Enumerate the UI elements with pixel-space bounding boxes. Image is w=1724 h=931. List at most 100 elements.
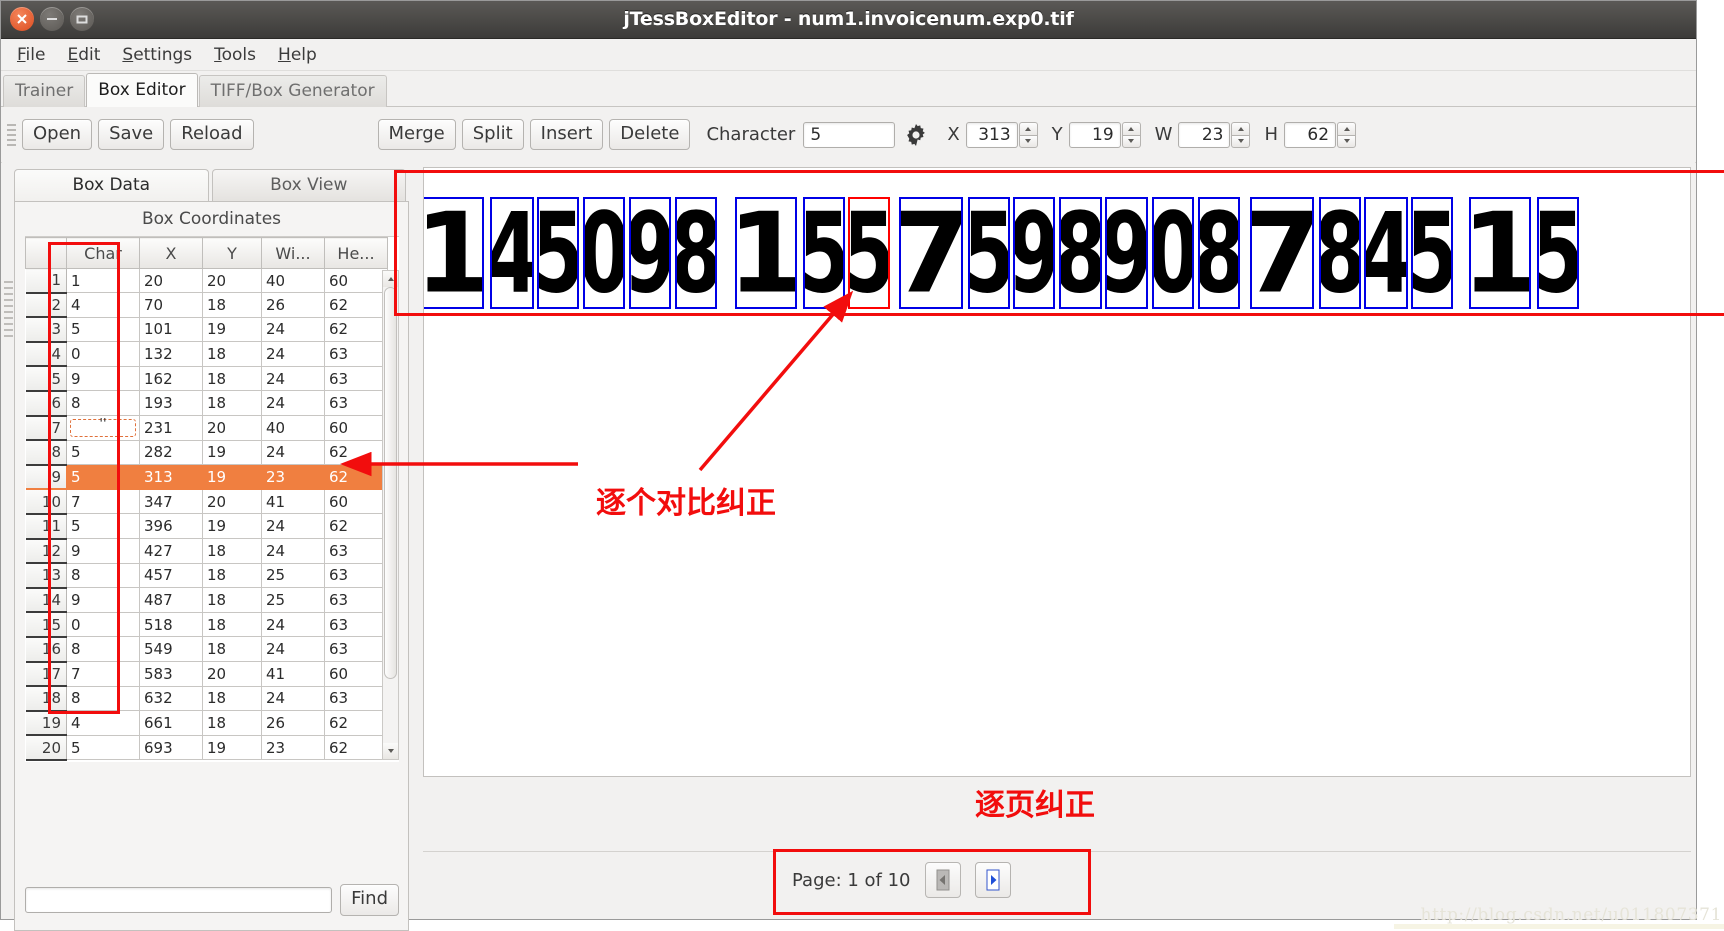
column-header-height[interactable]: He... bbox=[324, 237, 388, 269]
cell-y[interactable]: 18 bbox=[202, 562, 262, 589]
cell-char[interactable]: 7 bbox=[66, 661, 140, 687]
tab-box-view[interactable]: Box View bbox=[211, 169, 406, 202]
cell-char[interactable]: 8 bbox=[66, 685, 140, 712]
cell-y[interactable]: 19 bbox=[202, 464, 262, 490]
table-row[interactable]: 1 1 20 20 40 60 bbox=[25, 267, 388, 294]
cell-width[interactable]: 24 bbox=[261, 365, 325, 392]
y-spinner[interactable] bbox=[1121, 121, 1141, 148]
glyph-box[interactable]: 9 bbox=[1013, 197, 1055, 309]
cell-height[interactable]: 60 bbox=[324, 488, 388, 515]
h-input[interactable] bbox=[1284, 121, 1337, 148]
cell-height[interactable]: 62 bbox=[324, 292, 388, 318]
tab-box-editor[interactable]: Box Editor bbox=[86, 73, 198, 107]
column-header-width[interactable]: Wi... bbox=[261, 237, 325, 269]
open-button[interactable]: Open bbox=[22, 118, 93, 151]
cell-char[interactable]: 5 bbox=[66, 734, 140, 761]
insert-button[interactable]: Insert bbox=[529, 118, 604, 151]
tab-tiff-box-generator[interactable]: TIFF/Box Generator bbox=[198, 75, 387, 107]
scrollbar-thumb[interactable] bbox=[384, 287, 397, 679]
cell-height[interactable]: 62 bbox=[324, 464, 388, 490]
cell-width[interactable]: 26 bbox=[261, 710, 325, 736]
glyph-box[interactable]: 5 bbox=[1537, 197, 1579, 309]
cell-width[interactable]: 24 bbox=[261, 636, 325, 662]
glyph-box[interactable]: 1 bbox=[424, 197, 484, 309]
w-spinner-down[interactable] bbox=[1231, 134, 1251, 148]
y-spinner-up[interactable] bbox=[1121, 121, 1141, 135]
cell-width[interactable]: 24 bbox=[261, 390, 325, 417]
glyph-box-selected[interactable]: 5 bbox=[848, 197, 890, 309]
menu-tools[interactable]: Tools bbox=[205, 43, 265, 67]
reload-button[interactable]: Reload bbox=[170, 118, 254, 151]
delete-button[interactable]: Delete bbox=[609, 118, 691, 151]
table-row[interactable]: 18 8 632 18 24 63 bbox=[25, 685, 388, 712]
cell-x[interactable]: 487 bbox=[139, 587, 203, 613]
scroll-up-icon[interactable] bbox=[383, 271, 398, 287]
left-pane-grip[interactable] bbox=[4, 161, 13, 918]
h-spinner-up[interactable] bbox=[1337, 121, 1357, 135]
cell-x[interactable]: 583 bbox=[139, 661, 203, 687]
char-cell-editor[interactable]: '' bbox=[70, 418, 136, 437]
cell-y[interactable]: 18 bbox=[202, 611, 262, 638]
cell-height[interactable]: 62 bbox=[324, 734, 388, 761]
table-row[interactable]: 17 7 583 20 41 60 bbox=[25, 661, 388, 688]
cell-y[interactable]: 19 bbox=[202, 316, 262, 343]
glyph-box[interactable]: 7 bbox=[899, 197, 963, 309]
glyph-box[interactable]: 1 bbox=[735, 197, 797, 309]
x-input[interactable] bbox=[965, 121, 1018, 148]
find-button[interactable]: Find bbox=[340, 884, 399, 916]
w-input[interactable] bbox=[1178, 121, 1231, 148]
cell-width[interactable]: 24 bbox=[261, 611, 325, 638]
cell-x[interactable]: 70 bbox=[139, 292, 203, 318]
table-row[interactable]: 10 7 347 20 41 60 bbox=[25, 488, 388, 515]
cell-char[interactable]: 9 bbox=[66, 365, 140, 392]
table-row[interactable]: 12 9 427 18 24 63 bbox=[25, 538, 388, 565]
cell-height[interactable]: 62 bbox=[324, 513, 388, 540]
cell-x[interactable]: 457 bbox=[139, 562, 203, 589]
cell-char[interactable]: 9 bbox=[66, 587, 140, 613]
cell-x[interactable]: 231 bbox=[139, 415, 203, 441]
table-row[interactable]: 19 4 661 18 26 62 bbox=[25, 710, 388, 737]
cell-x[interactable]: 427 bbox=[139, 538, 203, 564]
scroll-down-icon[interactable] bbox=[383, 743, 398, 759]
table-row[interactable]: 2 4 70 18 26 62 bbox=[25, 292, 388, 319]
y-spinner-down[interactable] bbox=[1121, 134, 1141, 148]
cell-width[interactable]: 24 bbox=[261, 341, 325, 367]
split-button[interactable]: Split bbox=[461, 118, 524, 151]
cell-char[interactable]: 4 bbox=[66, 292, 140, 318]
table-row[interactable]: 15 0 518 18 24 63 bbox=[25, 611, 388, 638]
cell-char[interactable]: 9 bbox=[66, 538, 140, 564]
x-spinner-up[interactable] bbox=[1018, 121, 1038, 135]
cell-x[interactable]: 347 bbox=[139, 488, 203, 515]
table-row[interactable]: 20 5 693 19 23 62 bbox=[25, 734, 388, 761]
cell-width[interactable]: 24 bbox=[261, 513, 325, 540]
menu-settings[interactable]: Settings bbox=[113, 43, 201, 67]
cell-width[interactable]: 24 bbox=[261, 316, 325, 343]
tab-box-data[interactable]: Box Data bbox=[14, 169, 209, 202]
cell-height[interactable]: 62 bbox=[324, 439, 388, 466]
table-row[interactable]: 5 9 162 18 24 63 bbox=[25, 365, 388, 392]
cell-y[interactable]: 18 bbox=[202, 710, 262, 736]
box-image-canvas[interactable]: 1450981557598908784515 bbox=[423, 167, 1691, 777]
glyph-box[interactable]: 0 bbox=[1152, 197, 1194, 309]
cell-x[interactable]: 193 bbox=[139, 390, 203, 417]
cell-char[interactable]: 8 bbox=[66, 636, 140, 662]
merge-button[interactable]: Merge bbox=[377, 118, 456, 151]
cell-x[interactable]: 20 bbox=[139, 267, 203, 294]
table-row[interactable]: 4 0 132 18 24 63 bbox=[25, 341, 388, 368]
table-row[interactable]: 14 9 487 18 25 63 bbox=[25, 587, 388, 614]
cell-x[interactable]: 396 bbox=[139, 513, 203, 540]
next-page-button[interactable] bbox=[974, 862, 1011, 898]
h-spinner[interactable] bbox=[1337, 121, 1357, 148]
menu-file[interactable]: File bbox=[8, 43, 54, 67]
cell-height[interactable]: 60 bbox=[324, 661, 388, 687]
cell-char[interactable]: 7 bbox=[66, 488, 140, 515]
cell-char[interactable]: 5 bbox=[66, 513, 140, 540]
cell-height[interactable]: 63 bbox=[324, 562, 388, 589]
save-button[interactable]: Save bbox=[98, 118, 165, 151]
cell-char[interactable]: 1 bbox=[66, 267, 140, 294]
glyph-box[interactable]: 5 bbox=[968, 197, 1010, 309]
cell-height[interactable]: 63 bbox=[324, 685, 388, 712]
y-input[interactable] bbox=[1068, 121, 1121, 148]
glyph-box[interactable]: 1 bbox=[1469, 197, 1531, 309]
x-spinner[interactable] bbox=[1018, 121, 1038, 148]
